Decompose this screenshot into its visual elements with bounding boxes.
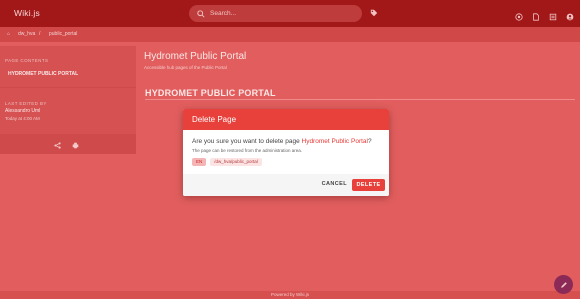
tags-icon[interactable] [370, 9, 378, 17]
dialog-body: Are you sure you want to delete page Hyd… [183, 130, 389, 174]
heading-underline [145, 99, 575, 100]
footer: Powered by Wiki.js [0, 291, 580, 299]
new-page-icon[interactable] [532, 8, 540, 21]
dialog-actions: CANCEL DELETE [183, 174, 389, 196]
cancel-button[interactable]: CANCEL [322, 181, 347, 187]
page-contents-heading: PAGE CONTENTS [5, 58, 49, 63]
locale-chip: EN [192, 158, 207, 166]
delete-button[interactable]: DELETE [352, 179, 385, 191]
dialog-title: Delete Page [183, 109, 389, 130]
breadcrumb-separator: / [39, 31, 41, 37]
app-title[interactable]: Wiki.js [14, 8, 40, 18]
question-prefix: Are you sure you want to delete page [192, 138, 302, 145]
content-heading: HYDROMET PUBLIC PORTAL [145, 88, 276, 98]
breadcrumb-item[interactable]: public_portal [49, 31, 77, 37]
page-subtitle: Accessible hub pages of the Public Porta… [144, 65, 227, 70]
path-chip: /dw_hva/public_portal [210, 158, 262, 166]
pencil-icon [560, 281, 567, 288]
delete-page-dialog: Delete Page Are you sure you want to del… [183, 109, 389, 196]
sidebar-actions [0, 134, 136, 154]
search-icon [197, 9, 205, 18]
last-edited-date: Today at 4:00 AM [5, 116, 40, 121]
app-bar: Wiki.js Search... [0, 0, 580, 27]
breadcrumb [0, 27, 580, 42]
language-icon[interactable] [515, 8, 523, 21]
dialog-note: The page can be restored from the admini… [192, 148, 303, 153]
last-edited-author: Alessandro Uml [5, 108, 41, 114]
page-actions-icon[interactable] [549, 8, 557, 21]
breadcrumb-item[interactable]: dw_hva [18, 31, 35, 37]
search-input[interactable]: Search... [210, 10, 236, 17]
home-icon[interactable]: ⌂ [7, 31, 10, 37]
last-edited-heading: LAST EDITED BY [5, 101, 47, 106]
dialog-question: Are you sure you want to delete page Hyd… [192, 138, 380, 145]
share-icon[interactable] [54, 142, 61, 149]
divider [0, 87, 136, 88]
toc-item[interactable]: HYDROMET PUBLIC PORTAL [8, 71, 78, 77]
question-suffix: ? [367, 138, 372, 145]
print-icon[interactable] [72, 142, 79, 149]
search-box[interactable]: Search... [189, 5, 362, 22]
page-title: Hydromet Public Portal [144, 51, 247, 62]
page-name: Hydromet Public Portal [301, 138, 368, 145]
account-icon[interactable] [566, 8, 574, 21]
edit-page-button[interactable] [554, 275, 573, 294]
